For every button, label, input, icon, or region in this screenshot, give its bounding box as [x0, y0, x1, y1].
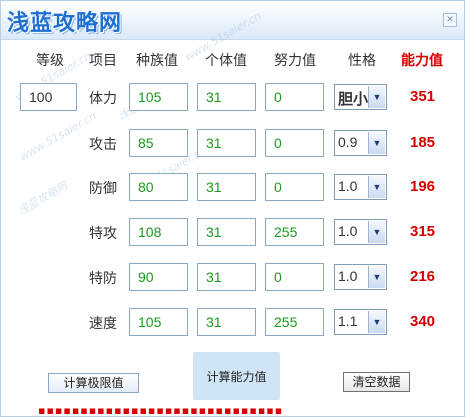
nature-select-hp[interactable]: 胆小 ▼	[334, 84, 387, 110]
row-label-atk: 攻击	[89, 137, 117, 153]
power-value-def: 196	[410, 178, 436, 195]
chevron-down-icon[interactable]: ▼	[368, 132, 385, 154]
iv-input-def[interactable]: 31	[197, 173, 256, 201]
row-label-speed: 速度	[89, 316, 117, 332]
iv-input-atk[interactable]: 31	[197, 129, 256, 157]
close-icon[interactable]: ✕	[443, 13, 457, 27]
row-label-spdef: 特防	[89, 271, 117, 287]
base-input-speed[interactable]: 105	[129, 308, 188, 336]
calc-limit-button[interactable]: 计算极限值	[48, 373, 139, 393]
base-input-atk[interactable]: 85	[129, 129, 188, 157]
chevron-down-icon[interactable]: ▼	[368, 221, 385, 243]
power-value-spatk: 315	[410, 223, 436, 240]
ev-input-spdef[interactable]: 0	[265, 263, 324, 291]
ev-input-spatk[interactable]: 255	[265, 218, 324, 246]
chevron-down-icon[interactable]: ▼	[368, 176, 385, 198]
bottom-note-cropped: ▪▪▪▪▪▪▪▪▪▪▪▪▪▪▪▪▪▪▪▪▪▪▪▪▪▪▪▪▪	[38, 404, 284, 417]
ev-input-def[interactable]: 0	[265, 173, 324, 201]
power-value-hp: 351	[410, 88, 436, 105]
chevron-down-icon[interactable]: ▼	[368, 311, 385, 333]
iv-input-speed[interactable]: 31	[197, 308, 256, 336]
level-input[interactable]: 100	[20, 83, 77, 111]
row-label-def: 防御	[89, 181, 117, 197]
base-input-hp[interactable]: 105	[129, 83, 188, 111]
nature-value: 1.0	[338, 268, 358, 284]
calc-power-button[interactable]: 计算能力值	[193, 368, 280, 385]
nature-value: 1.0	[338, 178, 358, 194]
header-iv: 个体值	[205, 53, 247, 69]
nature-select-speed[interactable]: 1.1 ▼	[334, 309, 387, 335]
iv-input-hp[interactable]: 31	[197, 83, 256, 111]
base-input-def[interactable]: 80	[129, 173, 188, 201]
ev-input-atk[interactable]: 0	[265, 129, 324, 157]
power-value-atk: 185	[410, 134, 436, 151]
power-value-speed: 340	[410, 313, 436, 330]
ev-input-hp[interactable]: 0	[265, 83, 324, 111]
nature-select-atk[interactable]: 0.9 ▼	[334, 130, 387, 156]
nature-value: 胆小	[338, 91, 369, 108]
header-ev: 努力值	[274, 53, 316, 69]
base-input-spdef[interactable]: 90	[129, 263, 188, 291]
chevron-down-icon[interactable]: ▼	[368, 86, 385, 108]
row-label-spatk: 特攻	[89, 226, 117, 242]
header-item: 项目	[89, 53, 117, 69]
power-value-spdef: 216	[410, 268, 436, 285]
header-base: 种族值	[136, 53, 178, 69]
row-label-hp: 体力	[89, 91, 117, 107]
clear-data-button[interactable]: 清空数据	[343, 372, 410, 392]
header-power: 能力值	[401, 53, 443, 69]
chevron-down-icon[interactable]: ▼	[368, 266, 385, 288]
nature-select-def[interactable]: 1.0 ▼	[334, 174, 387, 200]
base-input-spatk[interactable]: 108	[129, 218, 188, 246]
header-nature: 性格	[348, 53, 376, 69]
site-logo: 浅蓝攻略网	[7, 11, 123, 36]
nature-value: 1.1	[338, 313, 358, 329]
nature-select-spdef[interactable]: 1.0 ▼	[334, 264, 387, 290]
nature-value: 1.0	[338, 223, 358, 239]
header-level: 等级	[36, 53, 64, 69]
ev-input-speed[interactable]: 255	[265, 308, 324, 336]
iv-input-spatk[interactable]: 31	[197, 218, 256, 246]
nature-value: 0.9	[338, 134, 358, 150]
iv-input-spdef[interactable]: 31	[197, 263, 256, 291]
nature-select-spatk[interactable]: 1.0 ▼	[334, 219, 387, 245]
